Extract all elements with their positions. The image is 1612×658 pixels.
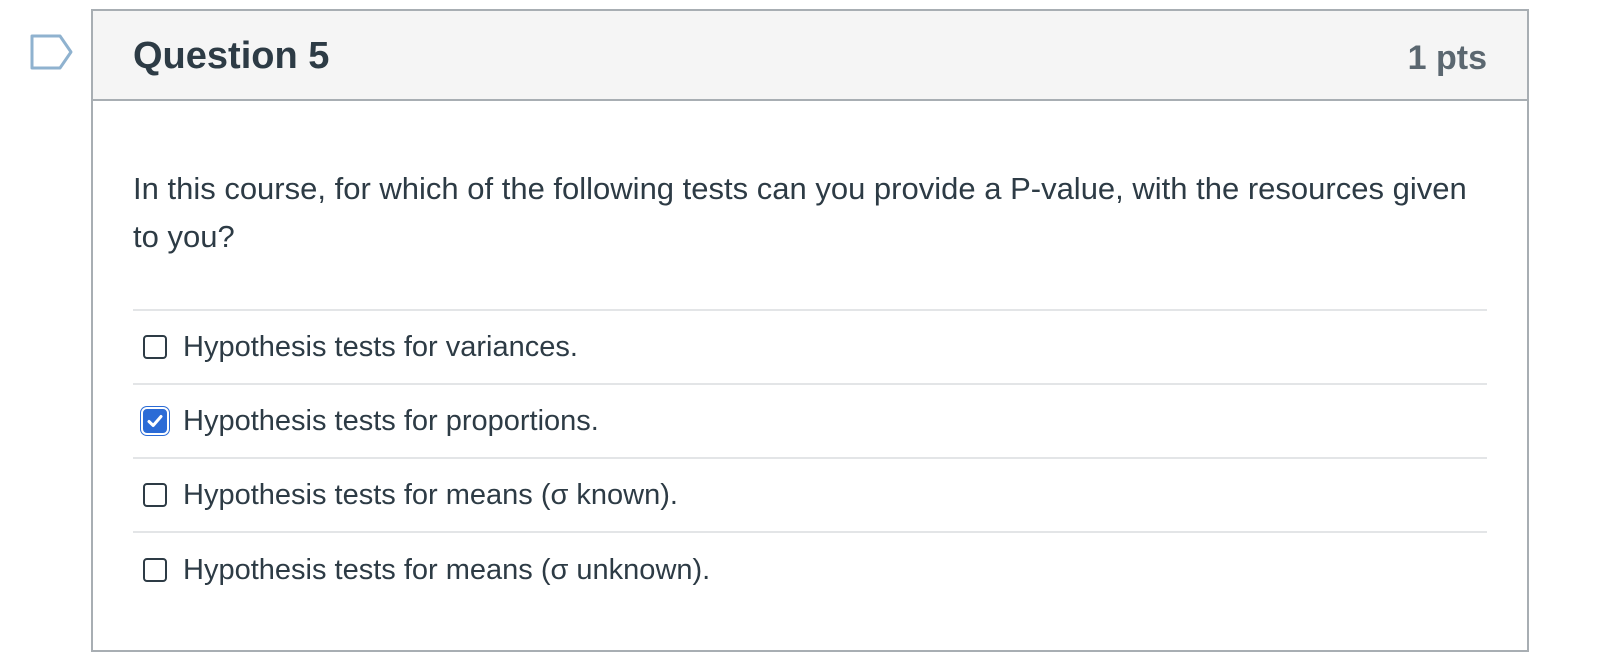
answer-label: Hypothesis tests for means (σ known). [183, 479, 678, 511]
answer-label: Hypothesis tests for proportions. [183, 405, 599, 437]
checkbox[interactable] [143, 558, 167, 582]
question-text: In this course, for which of the followi… [133, 171, 1467, 254]
question-points: 1 pts [1407, 39, 1487, 77]
checkbox[interactable] [143, 409, 167, 433]
question-card: Question 5 1 pts In this course, for whi… [91, 9, 1529, 652]
answer-option[interactable]: Hypothesis tests for means (σ known). [133, 459, 1487, 533]
question-header: Question 5 1 pts [93, 11, 1527, 101]
checkbox[interactable] [143, 335, 167, 359]
checkbox[interactable] [143, 483, 167, 507]
answer-option[interactable]: Hypothesis tests for proportions. [133, 385, 1487, 459]
answer-option[interactable]: Hypothesis tests for means (σ unknown). [133, 533, 1487, 607]
quiz-page: Question 5 1 pts In this course, for whi… [0, 0, 1612, 658]
flag-marker-icon[interactable] [30, 34, 74, 70]
answer-option[interactable]: Hypothesis tests for variances. [133, 311, 1487, 385]
answer-label: Hypothesis tests for means (σ unknown). [183, 554, 711, 586]
answer-list: Hypothesis tests for variances. Hypothes… [133, 309, 1487, 607]
answer-label: Hypothesis tests for variances. [183, 331, 578, 363]
question-body: In this course, for which of the followi… [93, 165, 1527, 607]
question-title: Question 5 [133, 35, 330, 77]
checkmark-icon [147, 415, 163, 427]
